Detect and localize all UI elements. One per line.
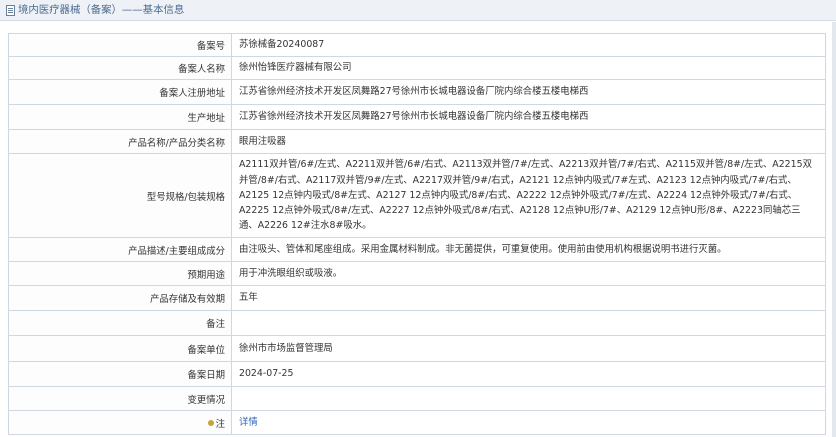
row-value: 苏徐械备20240087 <box>231 33 826 57</box>
table-row: 产品名称/产品分类名称 眼用注吸器 <box>8 129 826 154</box>
row-label: 变更情况 <box>8 386 232 411</box>
table-row: 备案单位 徐州市市场监督管理局 <box>8 335 826 362</box>
table-row: 产品存储及有效期 五年 <box>8 285 826 311</box>
row-label: 预期用途 <box>8 261 232 286</box>
row-label: 型号规格/包装规格 <box>8 153 232 238</box>
row-value <box>231 386 826 411</box>
row-value: 徐州怡锋医疗器械有限公司 <box>231 56 826 80</box>
row-value: 用于冲洗眼组织或吸液。 <box>231 261 826 286</box>
row-value: A2111双并管/6#/左式、A2211双并管/6#/右式、A2113双并管/7… <box>231 153 826 238</box>
table-row: 生产地址 江苏省徐州经济技术开发区凤舞路27号徐州市长城电器设备厂院内综合楼五楼… <box>8 104 826 130</box>
page-header: 境内医疗器械（备案）——基本信息 <box>0 0 836 21</box>
row-value <box>231 310 826 336</box>
row-label: 备案单位 <box>8 335 232 362</box>
table-row: 备案人名称 徐州怡锋医疗器械有限公司 <box>8 56 826 80</box>
row-value: 由注吸头、管体和尾座组成。采用金属材料制成。非无菌提供，可重复使用。使用前由使用… <box>231 237 826 262</box>
row-label-note: 注 <box>8 410 232 435</box>
table-row: 备案日期 2024-07-25 <box>8 361 826 387</box>
table-row: 备案人注册地址 江苏省徐州经济技术开发区凤舞路27号徐州市长城电器设备厂院内综合… <box>8 79 826 105</box>
row-label: 产品存储及有效期 <box>8 285 232 311</box>
table-row: 变更情况 <box>8 386 826 411</box>
row-label: 备注 <box>8 310 232 336</box>
row-label: 备案日期 <box>8 361 232 387</box>
row-label: 产品名称/产品分类名称 <box>8 129 232 154</box>
table-row: 预期用途 用于冲洗眼组织或吸液。 <box>8 261 826 286</box>
document-icon <box>6 5 15 16</box>
table-row: 备注 <box>8 310 826 336</box>
row-value: 详情 <box>231 410 826 435</box>
details-link[interactable]: 详情 <box>239 417 258 428</box>
row-label: 备案人名称 <box>8 56 232 80</box>
row-label: 备案人注册地址 <box>8 79 232 105</box>
row-value: 五年 <box>231 285 826 311</box>
row-value: 徐州市市场监督管理局 <box>231 335 826 362</box>
row-label: 产品描述/主要组成成分 <box>8 237 232 262</box>
table-row: 产品描述/主要组成成分 由注吸头、管体和尾座组成。采用金属材料制成。非无菌提供，… <box>8 237 826 262</box>
table-row: 备案号 苏徐械备20240087 <box>8 33 826 57</box>
table-row: 型号规格/包装规格 A2111双并管/6#/左式、A2211双并管/6#/右式、… <box>8 153 826 238</box>
info-table: 备案号 苏徐械备20240087 备案人名称 徐州怡锋医疗器械有限公司 备案人注… <box>8 33 826 435</box>
table-row: 注 详情 <box>8 410 826 435</box>
scrollbar-track[interactable] <box>832 22 836 437</box>
row-value: 江苏省徐州经济技术开发区凤舞路27号徐州市长城电器设备厂院内综合楼五楼电梯西 <box>231 79 826 105</box>
note-label: 注 <box>215 418 225 430</box>
row-label: 生产地址 <box>8 104 232 130</box>
row-value: 眼用注吸器 <box>231 129 826 154</box>
row-label: 备案号 <box>8 33 232 57</box>
row-value: 江苏省徐州经济技术开发区凤舞路27号徐州市长城电器设备厂院内综合楼五楼电梯西 <box>231 104 826 130</box>
bulb-icon <box>207 420 214 426</box>
row-value: 2024-07-25 <box>231 361 826 387</box>
page-title: 境内医疗器械（备案）——基本信息 <box>18 4 185 16</box>
